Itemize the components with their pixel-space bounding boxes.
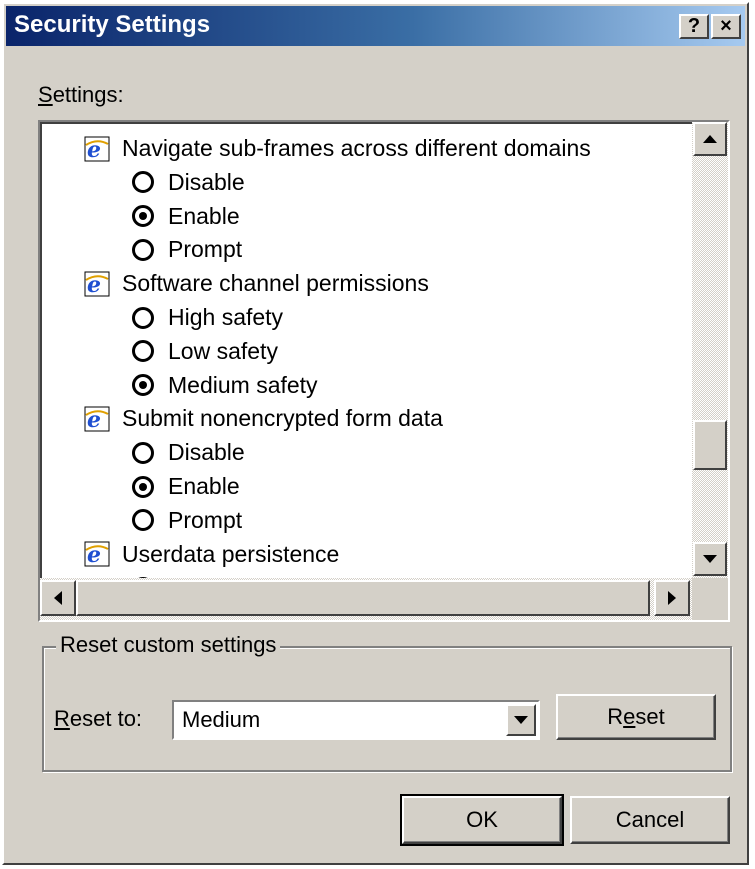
- vertical-scroll-thumb[interactable]: [693, 420, 727, 470]
- setting-option[interactable]: High safety: [132, 301, 283, 334]
- reset-to-label: Reset to:: [54, 706, 143, 731]
- setting-option[interactable]: Enable: [132, 200, 240, 233]
- setting-option-label: High safety: [168, 304, 284, 330]
- setting-option-label: Low safety: [168, 337, 278, 364]
- settings-label: Settings:: [38, 82, 124, 107]
- close-button[interactable]: ×: [711, 14, 741, 39]
- reset-level-value: Medium: [182, 707, 261, 732]
- vertical-scrollbar[interactable]: [692, 122, 728, 578]
- horizontal-scrollbar[interactable]: [40, 578, 692, 620]
- arrow-down-icon: [703, 555, 717, 563]
- ie-setting-icon: e: [84, 541, 110, 568]
- setting-category-label: Navigate sub-frames across different dom…: [122, 135, 591, 161]
- setting-option-label: Prompt: [168, 506, 243, 533]
- radio-selected-icon[interactable]: [132, 205, 154, 228]
- setting-option[interactable]: Enable: [132, 470, 240, 503]
- reset-button[interactable]: Re set: [556, 694, 716, 740]
- reset-group-title: Reset custom settings: [56, 632, 281, 658]
- help-button[interactable]: ?: [679, 14, 709, 39]
- radio-unselected-icon[interactable]: [132, 171, 154, 194]
- settings-list-content: e Navigate sub-frames across different do…: [40, 122, 692, 578]
- radio-unselected-icon[interactable]: [132, 340, 154, 363]
- setting-option[interactable]: Prompt: [132, 504, 242, 537]
- setting-option[interactable]: Low safety: [132, 335, 278, 368]
- setting-option-label: Disable: [168, 168, 245, 195]
- setting-option[interactable]: Disable: [132, 436, 245, 469]
- arrow-right-icon: [668, 591, 676, 605]
- setting-category: e Navigate sub-frames across different do…: [84, 132, 591, 165]
- scroll-left-button[interactable]: [40, 580, 76, 616]
- ie-setting-icon: e: [84, 136, 110, 163]
- arrow-left-icon: [54, 591, 62, 605]
- dropdown-button[interactable]: [506, 704, 536, 736]
- chevron-down-icon: [514, 716, 528, 724]
- scroll-right-button[interactable]: [654, 580, 690, 616]
- setting-option[interactable]: Medium safety: [132, 369, 318, 402]
- ie-setting-icon: e: [84, 271, 110, 298]
- radio-unselected-icon[interactable]: [132, 306, 154, 329]
- setting-category-label: Software channel permissions: [122, 270, 429, 297]
- ok-button[interactable]: OK: [400, 794, 564, 846]
- security-settings-dialog: Security Settings ? × Settings: e Navigat…: [2, 2, 749, 865]
- reset-custom-settings-group: Reset custom settings Reset to: Medium R…: [42, 632, 732, 772]
- ie-setting-icon: e: [84, 406, 110, 433]
- arrow-up-icon: [703, 135, 717, 143]
- setting-option-label: Disable: [168, 439, 245, 466]
- settings-list[interactable]: e Navigate sub-frames across different do…: [38, 120, 730, 622]
- title-bar[interactable]: Security Settings ? ×: [6, 6, 745, 46]
- setting-category-label: Userdata persistence: [122, 540, 340, 567]
- setting-category: e Submit nonencrypted form data: [84, 402, 443, 435]
- setting-category-label: Submit nonencrypted form data: [122, 405, 443, 432]
- scroll-up-button[interactable]: [693, 122, 727, 156]
- setting-option[interactable]: Disable: [132, 166, 245, 199]
- scroll-down-button[interactable]: [693, 542, 727, 576]
- cancel-button[interactable]: Cancel: [570, 796, 730, 844]
- dialog-title: Security Settings: [14, 11, 211, 38]
- setting-option-label: Medium safety: [168, 371, 318, 398]
- setting-option-label: Prompt: [168, 236, 243, 263]
- setting-option[interactable]: Prompt: [132, 233, 242, 266]
- horizontal-scroll-thumb[interactable]: [76, 580, 650, 616]
- setting-category: e Software channel permissions: [84, 267, 429, 300]
- setting-option-label: Enable: [168, 202, 240, 229]
- reset-level-dropdown[interactable]: Medium: [172, 700, 540, 740]
- radio-selected-icon[interactable]: [132, 374, 154, 397]
- radio-selected-icon[interactable]: [132, 475, 154, 498]
- radio-unselected-icon[interactable]: [132, 441, 154, 464]
- radio-unselected-icon[interactable]: [132, 509, 154, 532]
- scrollbar-corner: [692, 578, 728, 620]
- setting-option[interactable]: Disable: [132, 571, 245, 578]
- setting-category: e Userdata persistence: [84, 538, 339, 571]
- radio-unselected-icon[interactable]: [132, 238, 154, 261]
- setting-option-label: Enable: [168, 473, 240, 499]
